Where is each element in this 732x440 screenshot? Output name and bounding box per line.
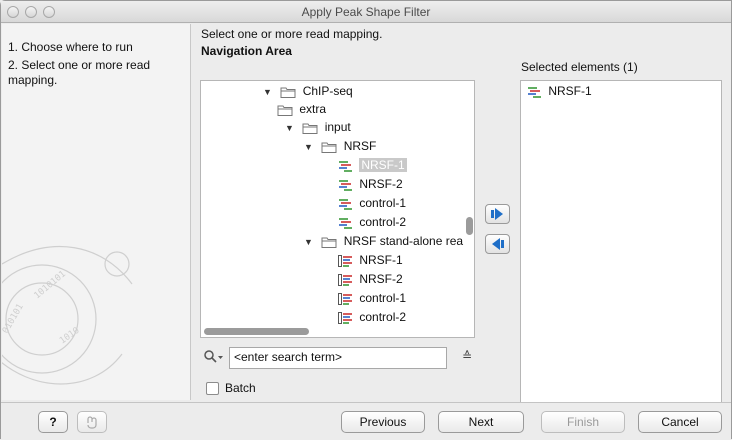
window-title: Apply Peak Shape Filter xyxy=(301,5,431,19)
search-options-icon[interactable]: ≙ xyxy=(462,349,472,363)
navigation-area-title: Navigation Area xyxy=(201,44,292,58)
navigation-tree[interactable]: ▼ ChIP-seq extra ▼ input ▼ NRSF NRSF-1 N… xyxy=(200,80,475,338)
tree-node-label: NRSF-2 xyxy=(359,177,403,191)
reset-button[interactable] xyxy=(77,411,107,433)
track-icon xyxy=(338,292,352,305)
tree-node-label: NRSF stand-alone rea xyxy=(343,234,464,248)
button-bar: ? Previous Next Finish Cancel xyxy=(1,402,731,440)
tree-node-extra[interactable]: extra xyxy=(277,100,326,118)
folder-icon xyxy=(280,87,296,98)
read-mapping-icon xyxy=(339,161,352,172)
minimize-window-button[interactable] xyxy=(25,6,37,18)
finish-button[interactable]: Finish xyxy=(541,411,625,433)
help-button[interactable]: ? xyxy=(38,411,68,433)
tree-node-track-nrsf-1[interactable]: NRSF-1 xyxy=(338,251,403,269)
instruction-text: Select one or more read mapping. xyxy=(201,27,383,41)
tree-node-nrsf-stand-alone[interactable]: ▼ NRSF stand-alone rea xyxy=(304,232,463,250)
read-mapping-icon xyxy=(339,199,352,210)
tree-node-label: ChIP-seq xyxy=(302,84,353,98)
tree-node-input[interactable]: ▼ input xyxy=(285,118,351,136)
tree-node-control-2[interactable]: control-2 xyxy=(338,213,406,231)
expand-arrow-icon[interactable]: ▼ xyxy=(263,83,277,101)
reset-icon xyxy=(87,416,97,429)
tree-node-nrsf-1[interactable]: NRSF-1 xyxy=(338,156,407,174)
tree-node-label: extra xyxy=(299,102,327,116)
tree-node-label: input xyxy=(324,120,351,134)
tree-node-nrsf-2[interactable]: NRSF-2 xyxy=(338,175,403,193)
track-icon xyxy=(338,254,352,267)
step-select-read-mapping: 2. Select one or more read mapping. xyxy=(8,58,151,87)
expand-arrow-icon[interactable]: ▼ xyxy=(285,119,299,137)
selected-elements-list[interactable]: NRSF-1 xyxy=(520,80,722,431)
expand-arrow-icon[interactable]: ▼ xyxy=(304,233,318,251)
zoom-window-button[interactable] xyxy=(43,6,55,18)
svg-text:1010: 1010 xyxy=(58,326,82,347)
close-window-button[interactable] xyxy=(7,6,19,18)
search-icon[interactable] xyxy=(203,349,223,365)
search-input[interactable]: <enter search term> xyxy=(229,347,447,369)
previous-button[interactable]: Previous xyxy=(341,411,425,433)
batch-label: Batch xyxy=(225,381,256,395)
next-button[interactable]: Next xyxy=(438,411,524,433)
tree-node-nrsf[interactable]: ▼ NRSF xyxy=(304,137,376,155)
tree-node-label: NRSF xyxy=(343,139,377,153)
folder-icon xyxy=(321,237,337,248)
add-to-selected-button[interactable] xyxy=(485,204,510,224)
folder-icon xyxy=(321,142,337,153)
tree-node-label: control-2 xyxy=(359,215,407,229)
svg-text:1010101: 1010101 xyxy=(33,269,68,301)
tree-node-label: control-1 xyxy=(359,196,407,210)
tree-node-control-1[interactable]: control-1 xyxy=(338,194,406,212)
folder-icon xyxy=(277,105,293,116)
decorative-swirl-graphic: 1010101 010101 1010 xyxy=(2,245,133,385)
selected-elements-title: Selected elements (1) xyxy=(521,60,638,74)
tree-node-track-nrsf-2[interactable]: NRSF-2 xyxy=(338,270,403,288)
tree-node-chip-seq[interactable]: ▼ ChIP-seq xyxy=(263,82,353,100)
wizard-steps-panel: 1. Choose where to run 2. Select one or … xyxy=(2,24,191,400)
tree-node-label: control-2 xyxy=(359,310,407,324)
folder-icon xyxy=(302,123,318,134)
tree-node-label: NRSF-1 xyxy=(359,253,403,267)
tree-node-label: NRSF-1 xyxy=(359,158,407,172)
vertical-scrollbar[interactable] xyxy=(466,217,473,235)
dialog-window: Apply Peak Shape Filter 1. Choose where … xyxy=(0,0,732,440)
read-mapping-icon xyxy=(528,87,541,98)
step-choose-where-to-run: 1. Choose where to run xyxy=(8,40,133,54)
selected-item-label: NRSF-1 xyxy=(548,84,592,98)
tree-node-label: NRSF-2 xyxy=(359,272,403,286)
expand-arrow-icon[interactable]: ▼ xyxy=(304,138,318,156)
arrow-right-icon xyxy=(491,208,503,220)
tree-node-label: control-1 xyxy=(359,291,407,305)
title-bar: Apply Peak Shape Filter xyxy=(1,1,731,23)
read-mapping-icon xyxy=(339,180,352,191)
cancel-button[interactable]: Cancel xyxy=(638,411,722,433)
selected-item-nrsf-1[interactable]: NRSF-1 xyxy=(527,82,592,100)
tree-node-track-control-1[interactable]: control-1 xyxy=(338,289,406,307)
remove-from-selected-button[interactable] xyxy=(485,234,510,254)
read-mapping-icon xyxy=(339,218,352,229)
track-icon xyxy=(338,311,352,324)
arrow-left-icon xyxy=(492,238,504,250)
tree-node-track-control-2[interactable]: control-2 xyxy=(338,308,406,326)
horizontal-scrollbar[interactable] xyxy=(204,328,309,335)
batch-checkbox[interactable] xyxy=(206,382,219,395)
track-icon xyxy=(338,273,352,286)
